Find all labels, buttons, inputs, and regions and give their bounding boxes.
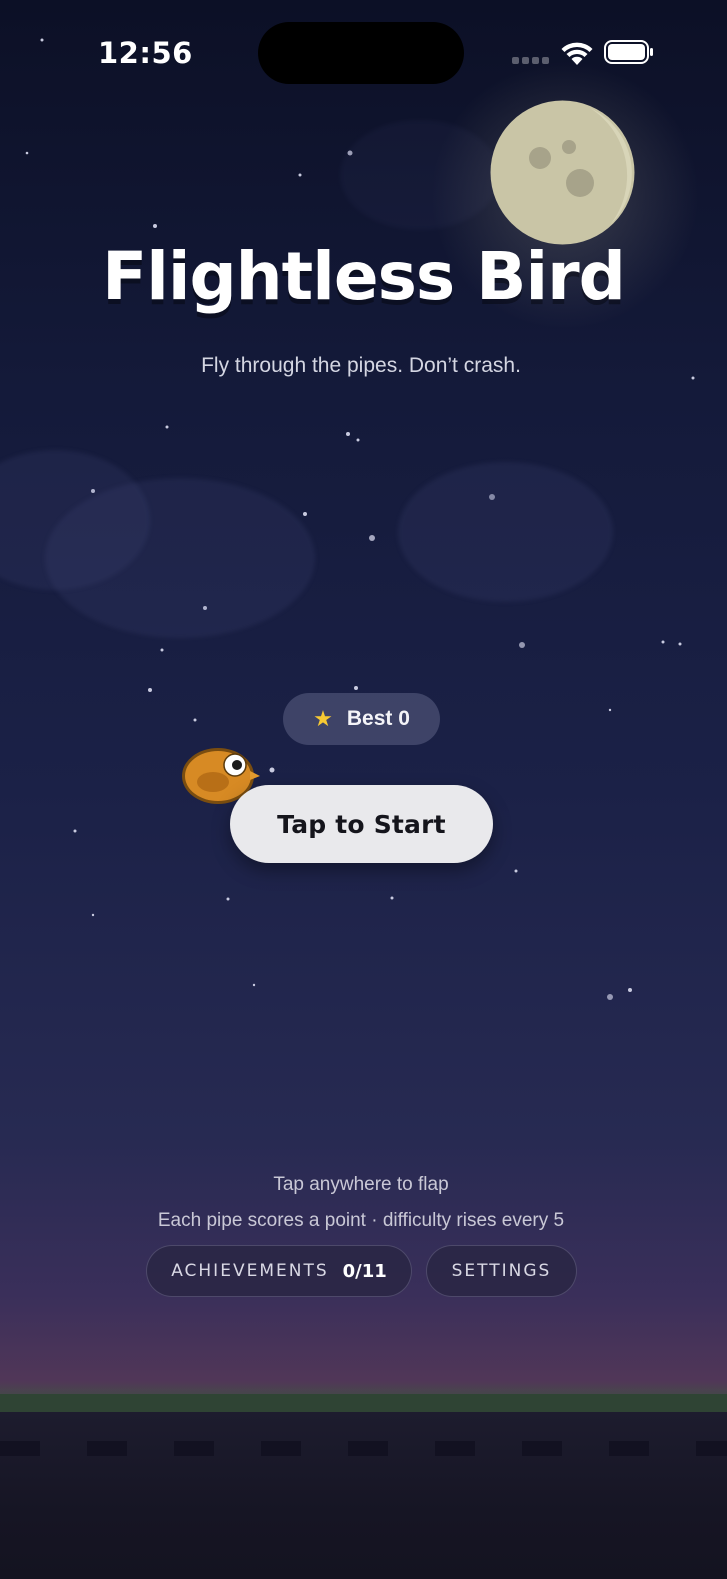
hint-flap: Tap anywhere to flap [273,1174,449,1195]
cloud [398,462,613,602]
game-screen[interactable]: 12:56 Flightless Bird Fly through the pi… [0,0,727,1579]
settings-label: SETTINGS [451,1261,552,1281]
dynamic-island [258,22,464,84]
best-score-badge: ★ Best 0 [283,693,440,745]
achievements-label: ACHIEVEMENTS [171,1261,329,1281]
star-icon: ★ [313,706,333,732]
game-title: Flightless Bird [102,238,626,315]
achievements-count: 0/11 [342,1260,387,1282]
cellular-signal-icon [512,57,550,65]
tap-to-start-button[interactable]: Tap to Start [230,785,493,863]
grass-strip [0,1394,727,1412]
settings-button[interactable]: SETTINGS [426,1245,577,1297]
achievements-button[interactable]: ACHIEVEMENTS 0/11 [146,1245,412,1297]
cloud [45,478,315,638]
best-score-label: Best 0 [346,707,410,730]
hint-scoring: Each pipe scores a point · difficulty ri… [157,1210,565,1231]
ground-dashes [0,1441,727,1456]
game-subtitle: Fly through the pipes. Don’t crash. [201,354,521,377]
moon-icon [490,100,635,245]
status-time: 12:56 [98,36,193,70]
wifi-icon [561,42,593,65]
ground [0,1412,727,1579]
battery-icon [604,40,653,64]
